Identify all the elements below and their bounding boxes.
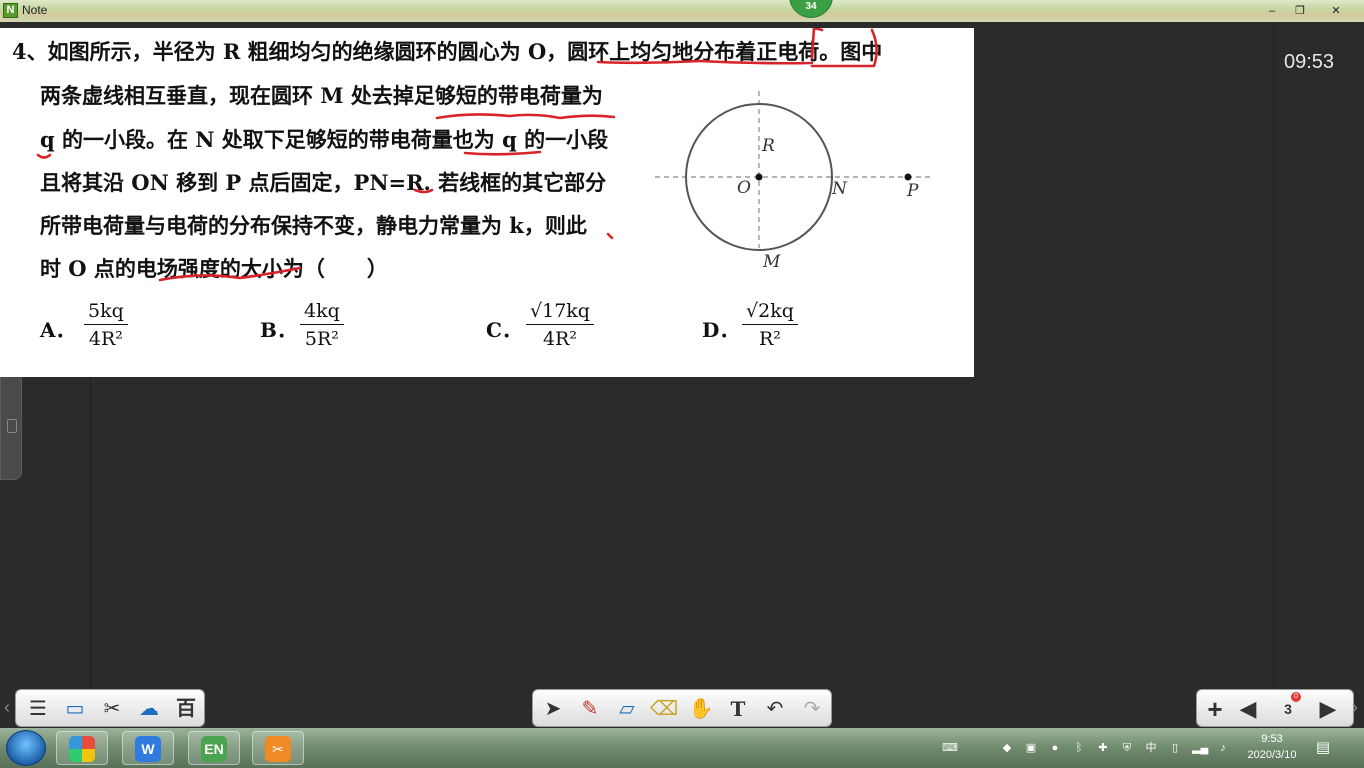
signal-icon[interactable]: ▂▄ <box>1192 741 1208 755</box>
page-notification-badge: 0 <box>1291 692 1301 702</box>
ime-icon[interactable]: 中 <box>1144 741 1158 755</box>
close-button[interactable]: ✕ <box>1326 3 1346 19</box>
taskbar-app-note[interactable]: ✂ <box>252 731 304 765</box>
ruler-icon[interactable]: ▱ <box>611 694 643 724</box>
canvas-divider <box>90 376 91 688</box>
eraser-icon[interactable]: ⌫ <box>648 694 680 724</box>
next-page-icon[interactable]: ▶ <box>1312 694 1344 724</box>
canvas-divider <box>1273 22 1274 688</box>
text-icon[interactable]: T <box>722 694 754 724</box>
clock-time: 9:53 <box>1261 733 1283 745</box>
windows-taskbar: W EN ✂ ⌨ ◆ ▣ ● ᛒ ✚ ⛨ 中 ▯ ▂▄ ♪ 9:53 2020/… <box>0 728 1364 768</box>
taskbar-app-wps[interactable]: W <box>122 731 174 765</box>
window-title: Note <box>22 3 48 17</box>
usb-icon[interactable]: ▯ <box>1168 741 1182 755</box>
notification-icon[interactable]: ▤ <box>1314 740 1332 755</box>
title-bar: N Note 34 – ❐ ✕ <box>0 0 1364 22</box>
system-clock[interactable]: 9:53 2020/3/10 <box>1246 731 1298 763</box>
pen-annotations <box>36 28 878 282</box>
clock-display: 09:53 <box>1284 51 1335 73</box>
wps-icon: W <box>135 736 161 762</box>
left-tool-group: ☰ ▭ ✂ ☁ 百 <box>15 689 205 727</box>
browser-icon <box>69 736 95 762</box>
display-icon[interactable]: ▭ <box>59 694 91 724</box>
minimize-button[interactable]: – <box>1262 3 1282 19</box>
side-panel-handle[interactable] <box>0 372 22 480</box>
taskbar-app-en[interactable]: EN <box>188 731 240 765</box>
shield-icon[interactable]: ⛨ <box>1120 741 1134 755</box>
menu-icon[interactable]: ☰ <box>22 694 54 724</box>
previous-page-icon[interactable]: ◀ <box>1232 694 1264 724</box>
pointer-icon[interactable]: ➤ <box>537 694 569 724</box>
question-image: 4、如图所示，半径为 R 粗细均匀的绝缘圆环的圆心为 O，圆环上均匀地分布着正电… <box>0 28 974 377</box>
en-icon: EN <box>201 736 227 762</box>
pen-icon[interactable]: ✎ <box>574 694 606 724</box>
page-nav-group: + ◀ 3 0 ▶ <box>1196 689 1354 727</box>
handle-grip-icon <box>7 419 17 433</box>
undo-icon[interactable]: ↶ <box>759 694 791 724</box>
restore-button[interactable]: ❐ <box>1290 3 1310 19</box>
baidu-icon[interactable]: 百 <box>170 694 202 724</box>
bluetooth-icon[interactable]: ᛒ <box>1072 741 1086 755</box>
plus-icon[interactable]: ✚ <box>1096 741 1110 755</box>
page-count-badge[interactable]: 34 <box>789 0 833 18</box>
drawing-tool-group: ➤ ✎ ▱ ⌫ ✋ T ↶ ↷ <box>532 689 832 727</box>
volume-icon[interactable]: ♪ <box>1216 741 1230 755</box>
scissors-icon: ✂ <box>265 736 291 762</box>
add-page-icon[interactable]: + <box>1199 694 1231 724</box>
taskbar-app-browser[interactable] <box>56 731 108 765</box>
cloud-icon[interactable]: ☁ <box>133 694 165 724</box>
app-logo-icon: N <box>3 3 18 18</box>
tools-icon[interactable]: ✂ <box>96 694 128 724</box>
hand-icon[interactable]: ✋ <box>685 694 717 724</box>
redo-icon[interactable]: ↷ <box>796 694 828 724</box>
keyboard-icon[interactable]: ⌨ <box>942 741 958 755</box>
cube-icon[interactable]: ▣ <box>1024 741 1038 755</box>
start-button[interactable] <box>6 730 46 766</box>
tray-app-icon[interactable]: ◆ <box>1000 741 1014 755</box>
collapse-right-arrow-icon[interactable]: › <box>1352 697 1364 719</box>
clock-date: 2020/3/10 <box>1247 749 1297 761</box>
qq-icon[interactable]: ● <box>1048 741 1062 755</box>
